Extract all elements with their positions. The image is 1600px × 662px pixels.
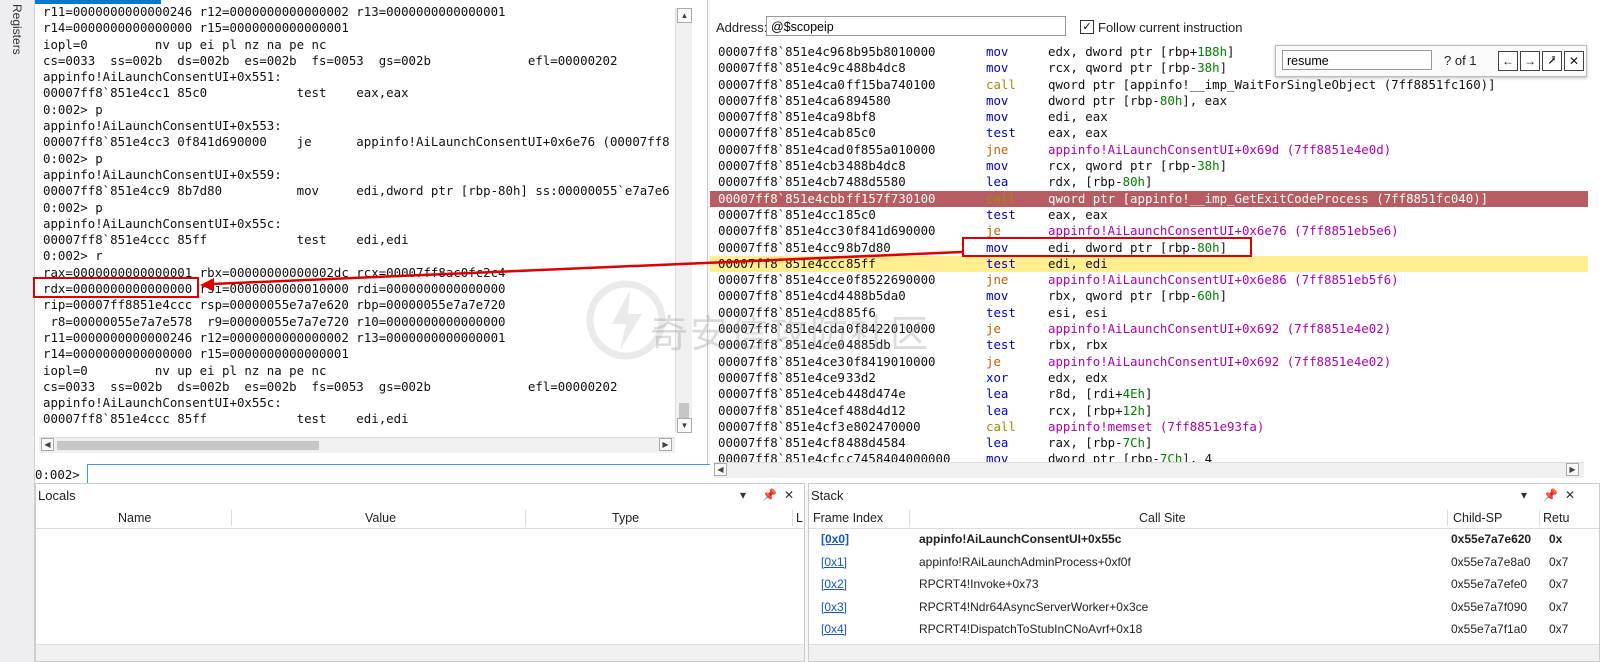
annotation-arrow <box>200 250 963 291</box>
